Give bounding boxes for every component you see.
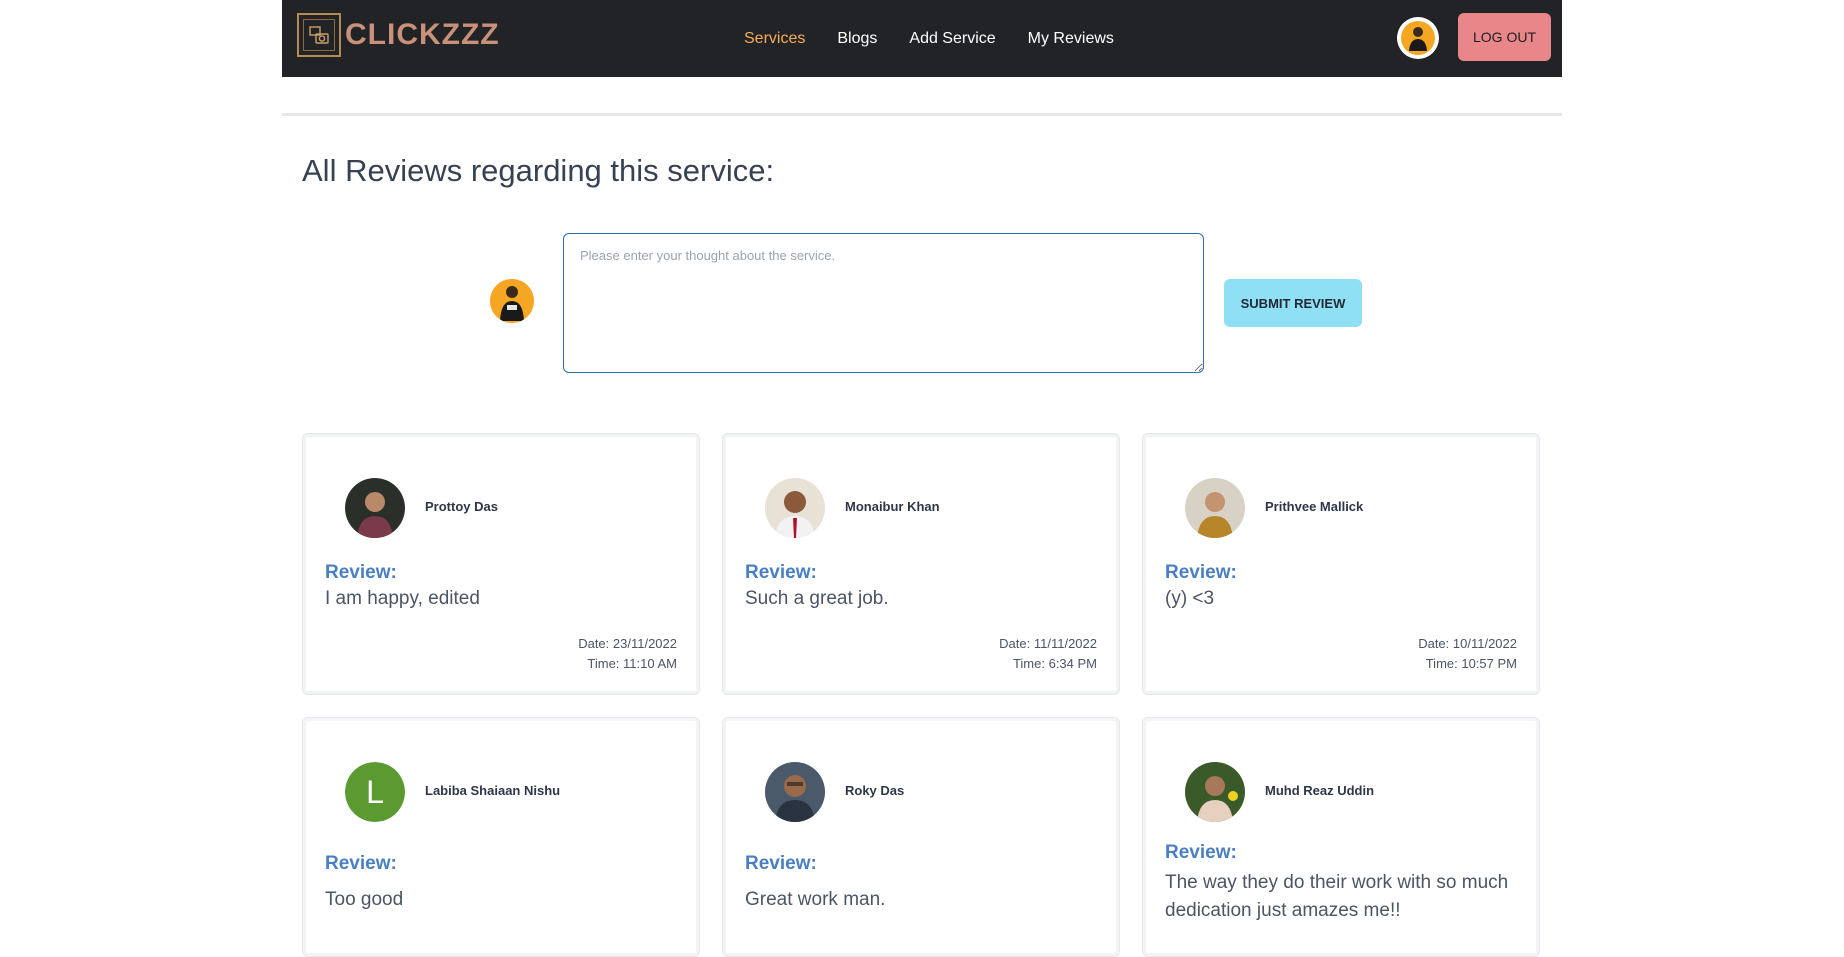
- reviewer-avatar: [765, 762, 825, 822]
- review-text: The way they do their work with so much …: [1165, 872, 1509, 921]
- nav-link-add-service[interactable]: Add Service: [909, 30, 995, 48]
- user-avatar[interactable]: [1397, 17, 1439, 59]
- letter-avatar: L: [345, 762, 405, 822]
- reviewer-name: Prithvee Mallick: [1265, 499, 1364, 514]
- reviewer-name: Monaibur Khan: [845, 499, 940, 514]
- review-time: Time: 11:10 AM: [587, 656, 677, 671]
- reviewer-name: Roky Das: [845, 783, 905, 798]
- nav-links: Services Blogs Add Service My Reviews: [744, 0, 1146, 77]
- reviewer-avatar: [1185, 478, 1245, 538]
- review-label: Review:: [745, 562, 817, 583]
- brand-name: CLICKZZZ: [345, 18, 500, 51]
- review-card: Monaibur Khan Review: Such a great job. …: [722, 433, 1120, 695]
- reviewer-name: Prottoy Das: [425, 499, 498, 514]
- review-text: Too good: [325, 889, 404, 910]
- nav-link-blogs[interactable]: Blogs: [837, 30, 877, 48]
- camera-frame-icon: [297, 13, 341, 57]
- review-label: Review:: [325, 562, 397, 583]
- review-date: Date: 11/11/2022: [999, 636, 1097, 651]
- review-card: Prottoy Das Review: I am happy, edited D…: [302, 433, 700, 695]
- page-title: All Reviews regarding this service:: [302, 153, 775, 188]
- reviewer-avatar: [765, 478, 825, 538]
- review-card: Prithvee Mallick Review: (y) <3 Date: 10…: [1142, 433, 1540, 695]
- review-text: Such a great job.: [745, 588, 889, 609]
- review-form: SUBMIT REVIEW: [282, 232, 1562, 374]
- review-text: (y) <3: [1165, 588, 1215, 609]
- navbar: CLICKZZZ Services Blogs Add Service My R…: [282, 0, 1562, 77]
- page-container: CLICKZZZ Services Blogs Add Service My R…: [282, 0, 1562, 957]
- review-text: I am happy, edited: [325, 588, 480, 609]
- submit-review-button[interactable]: SUBMIT REVIEW: [1224, 279, 1362, 327]
- reviewer-name: Muhd Reaz Uddin: [1265, 783, 1375, 798]
- review-date: Date: 10/11/2022: [1418, 636, 1517, 651]
- review-meta: Date: 10/11/2022 Time: 10:57 PM: [1418, 634, 1517, 674]
- review-card: Muhd Reaz Uddin Review: The way they do …: [1142, 717, 1540, 957]
- nav-link-services[interactable]: Services: [744, 30, 805, 48]
- review-label: Review:: [1165, 842, 1237, 863]
- nav-link-my-reviews[interactable]: My Reviews: [1028, 30, 1114, 48]
- review-time: Time: 6:34 PM: [1012, 656, 1097, 671]
- reviewer-avatar: [345, 478, 405, 538]
- form-user-avatar: [490, 279, 534, 323]
- review-input[interactable]: [563, 233, 1204, 373]
- review-card: Roky Das Review: Great work man.: [722, 717, 1120, 957]
- divider: [282, 113, 1562, 116]
- review-label: Review:: [745, 853, 817, 874]
- review-text: Great work man.: [745, 889, 886, 910]
- logout-button[interactable]: LOG OUT: [1458, 13, 1551, 61]
- brand-logo[interactable]: CLICKZZZ: [297, 13, 500, 57]
- reviewer-avatar: L: [345, 762, 405, 822]
- reviewer-name: Labiba Shaiaan Nishu: [425, 783, 561, 798]
- review-label: Review:: [1165, 562, 1237, 583]
- review-card: L Labiba Shaiaan Nishu Review: Too good: [302, 717, 700, 957]
- review-meta: Date: 11/11/2022 Time: 6:34 PM: [999, 634, 1097, 674]
- review-meta: Date: 23/11/2022 Time: 11:10 AM: [578, 634, 677, 674]
- review-time: Time: 10:57 PM: [1425, 656, 1517, 671]
- review-date: Date: 23/11/2022: [578, 636, 677, 651]
- review-label: Review:: [325, 853, 397, 874]
- reviewer-avatar: [1185, 762, 1245, 822]
